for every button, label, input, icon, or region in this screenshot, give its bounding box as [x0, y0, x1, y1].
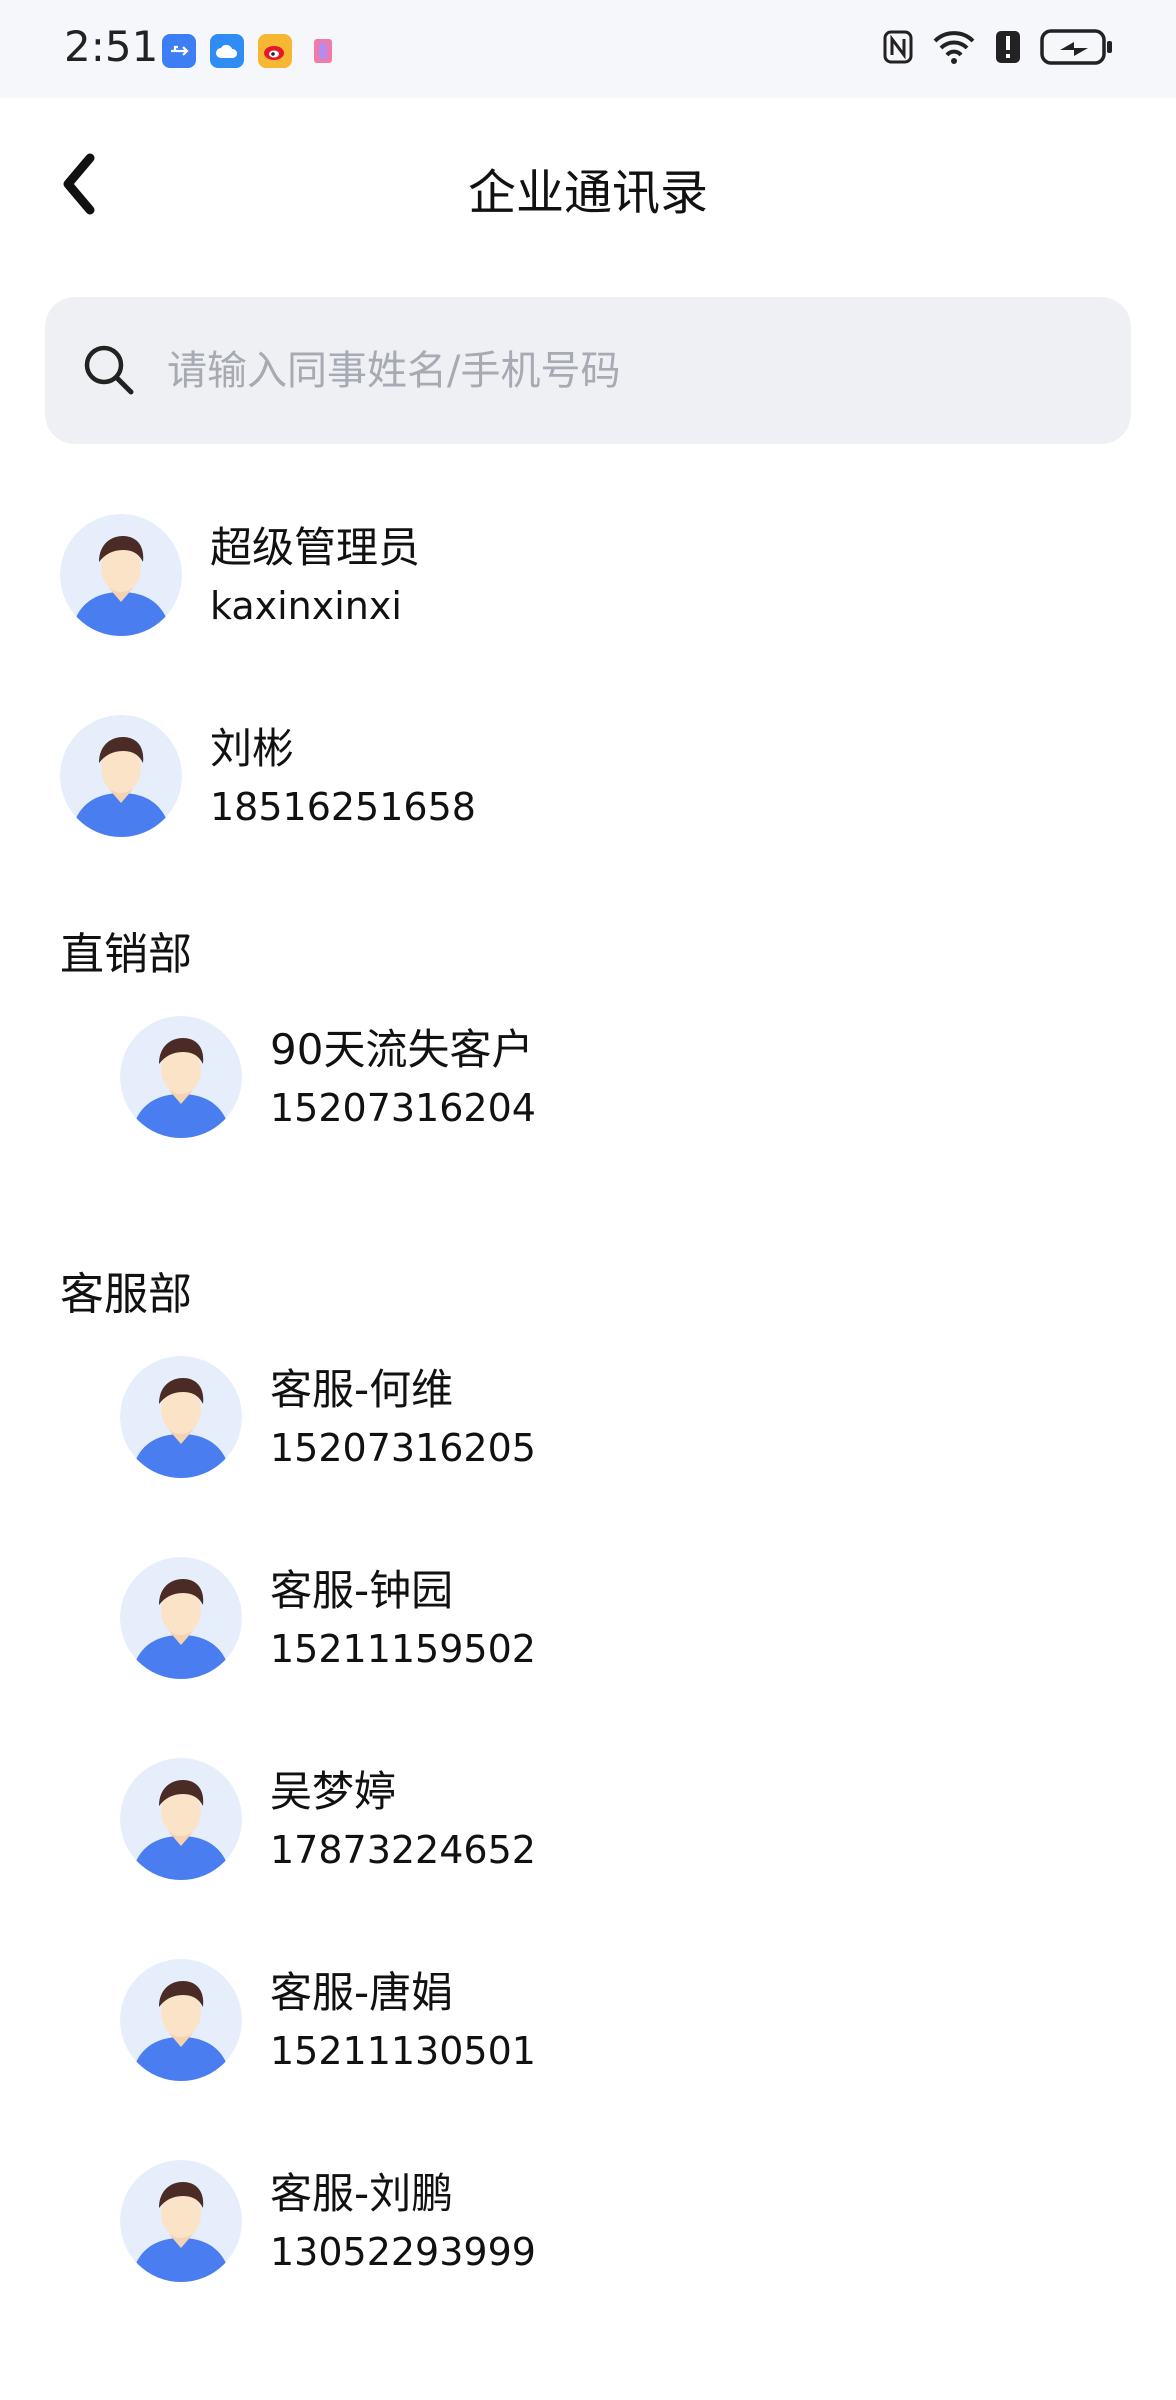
contact-phone: 17873224652 — [270, 1828, 536, 1872]
avatar — [120, 1016, 242, 1138]
contact-name: 刘彬 — [210, 724, 295, 773]
department-header[interactable]: 客服部 — [60, 1258, 192, 1322]
wifi-icon — [932, 30, 976, 68]
nfc-icon — [882, 29, 914, 69]
contact-phone: 15207316204 — [270, 1086, 536, 1130]
battery-charging-icon — [1040, 28, 1114, 70]
page-title: 企业通讯录 — [467, 165, 708, 221]
avatar — [60, 514, 182, 636]
nav-bar: 企业通讯录 — [0, 98, 1176, 268]
contact-phone: 15211130501 — [270, 2029, 536, 2073]
search-input[interactable] — [165, 332, 1069, 410]
department-header[interactable]: 直销部 — [60, 918, 192, 982]
contact-item[interactable]: 客服-刘鹏 13052293999 — [120, 2160, 1110, 2290]
contact-item[interactable]: 90天流失客户 15207316204 — [120, 1016, 1110, 1146]
avatar — [120, 1959, 242, 2081]
alert-icon — [994, 29, 1022, 69]
system-icons — [882, 28, 1114, 70]
search-icon — [84, 345, 134, 395]
usb-icon — [162, 34, 196, 68]
search-bar[interactable] — [45, 297, 1131, 444]
contact-item[interactable]: 刘彬 18516251658 — [60, 715, 1110, 845]
app-icon — [306, 34, 340, 68]
contact-name: 90天流失客户 — [270, 1025, 534, 1074]
contact-name: 客服-唐娟 — [270, 1968, 454, 2017]
contact-name: 客服-何维 — [270, 1365, 454, 1414]
weibo-icon — [258, 34, 292, 68]
contact-phone: 18516251658 — [210, 785, 476, 829]
contact-item[interactable]: 客服-唐娟 15211130501 — [120, 1959, 1110, 2089]
contact-name: 客服-刘鹏 — [270, 2169, 454, 2218]
contact-item[interactable]: 超级管理员 kaxinxinxi — [60, 514, 1110, 644]
avatar — [120, 1557, 242, 1679]
avatar — [60, 715, 182, 837]
contact-item[interactable]: 吴梦婷 17873224652 — [120, 1758, 1110, 1888]
contact-name: 客服-钟园 — [270, 1566, 454, 1615]
status-bar: 2:51 — [0, 0, 1176, 98]
avatar — [120, 1758, 242, 1880]
contact-phone: 15211159502 — [270, 1627, 536, 1671]
cloud-icon — [210, 34, 244, 68]
contact-name: 超级管理员 — [210, 523, 421, 572]
contact-account: kaxinxinxi — [210, 584, 402, 628]
contact-name: 吴梦婷 — [270, 1767, 397, 1816]
contact-phone: 13052293999 — [270, 2230, 536, 2274]
avatar — [120, 1356, 242, 1478]
avatar — [120, 2160, 242, 2282]
status-time: 2:51 — [64, 22, 159, 71]
contact-item[interactable]: 客服-何维 15207316205 — [120, 1356, 1110, 1486]
notification-icons — [162, 34, 340, 68]
contact-item[interactable]: 客服-钟园 15211159502 — [120, 1557, 1110, 1687]
contact-phone: 15207316205 — [270, 1426, 536, 1470]
